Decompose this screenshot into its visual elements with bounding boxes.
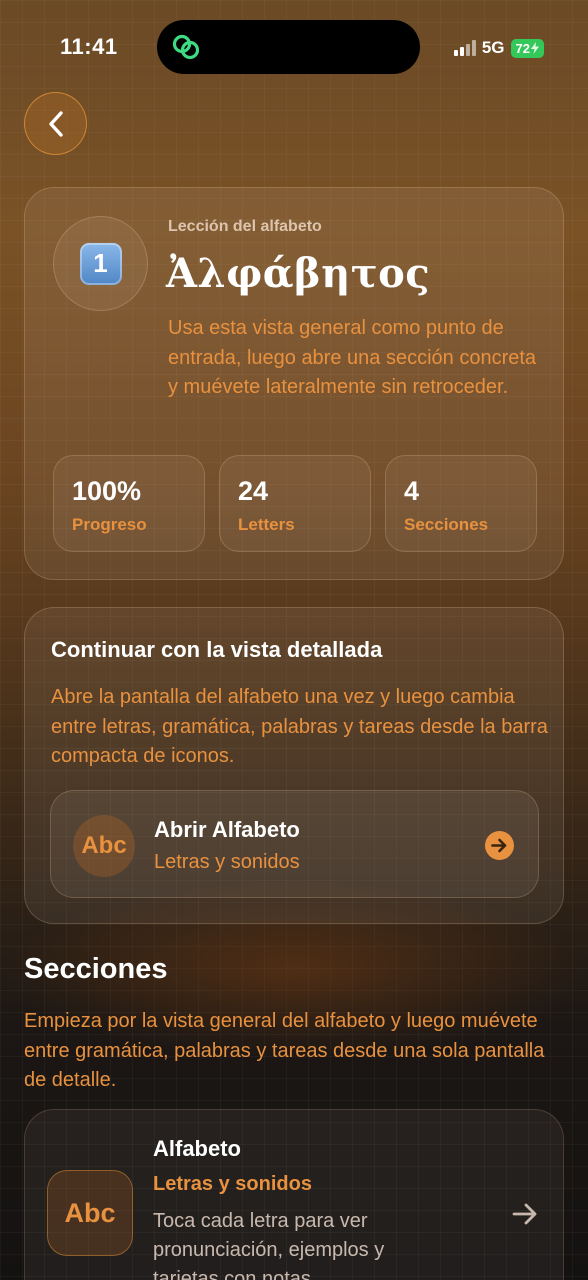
- continue-description: Abre la pantalla del alfabeto una vez y …: [51, 686, 548, 767]
- battery-icon: 72: [510, 38, 544, 58]
- stat-value: 4: [404, 476, 420, 506]
- stat-progress: 100% Progreso: [53, 455, 205, 552]
- open-alphabet-title: Abrir Alfabeto: [154, 817, 300, 842]
- section-text: Toca cada letra para ver pronunciación, …: [153, 1210, 385, 1280]
- sections-description: Empieza por la vista general del alfabet…: [24, 1010, 545, 1091]
- signal-icon: [453, 40, 476, 56]
- status-bar: 11:41 5G 72: [0, 0, 588, 90]
- stat-label: Secciones: [404, 515, 489, 534]
- lesson-eyebrow: Lección del alfabeto: [168, 218, 322, 235]
- charging-bolt-icon: [531, 42, 539, 54]
- dynamic-island: [157, 20, 420, 74]
- section-subtitle: Letras y sonidos: [153, 1173, 312, 1195]
- status-indicators: 5G 72: [453, 38, 544, 58]
- continue-detail-card: Continuar con la vista detallada Abre la…: [24, 607, 564, 924]
- back-button[interactable]: [24, 92, 87, 155]
- abc-icon-text: Abc: [64, 1197, 116, 1228]
- stat-value: 24: [238, 476, 269, 506]
- lesson-overview-card: 1 Lección del alfabeto Ἀλφάβητος Usa est…: [24, 187, 564, 580]
- abc-icon: Abc: [73, 815, 135, 877]
- abc-icon: Abc: [47, 1170, 133, 1256]
- abc-icon-text: Abc: [81, 832, 127, 859]
- arrow-right-circle-icon: [485, 831, 514, 860]
- battery-level: 72: [515, 40, 530, 56]
- stat-letters: 24 Letters: [219, 455, 371, 552]
- continue-title: Continuar con la vista detallada: [51, 637, 383, 662]
- open-alphabet-button[interactable]: Abc Abrir Alfabeto Letras y sonidos: [50, 790, 539, 898]
- lesson-description: Usa esta vista general como punto de ent…: [168, 317, 537, 398]
- link-rings-icon: [172, 34, 200, 60]
- stat-sections: 4 Secciones: [385, 455, 537, 552]
- section-title: Alfabeto: [153, 1136, 241, 1161]
- sections-heading: Secciones: [24, 953, 168, 985]
- lesson-badge: 1: [53, 216, 148, 311]
- stat-label: Progreso: [72, 515, 147, 534]
- section-item-alphabet[interactable]: Abc Alfabeto Letras y sonidos Toca cada …: [24, 1109, 564, 1280]
- network-label: 5G: [481, 38, 505, 57]
- open-alphabet-subtitle: Letras y sonidos: [154, 851, 300, 873]
- status-time: 11:41: [60, 34, 118, 59]
- arrow-right-icon: [512, 1203, 537, 1225]
- stat-value: 100%: [72, 476, 142, 506]
- keycap-one-icon: 1: [79, 242, 122, 285]
- stat-label: Letters: [238, 515, 295, 534]
- lesson-number: 1: [93, 248, 108, 278]
- lesson-title: Ἀλφάβητος: [166, 250, 431, 297]
- chevron-left-icon: [48, 110, 63, 137]
